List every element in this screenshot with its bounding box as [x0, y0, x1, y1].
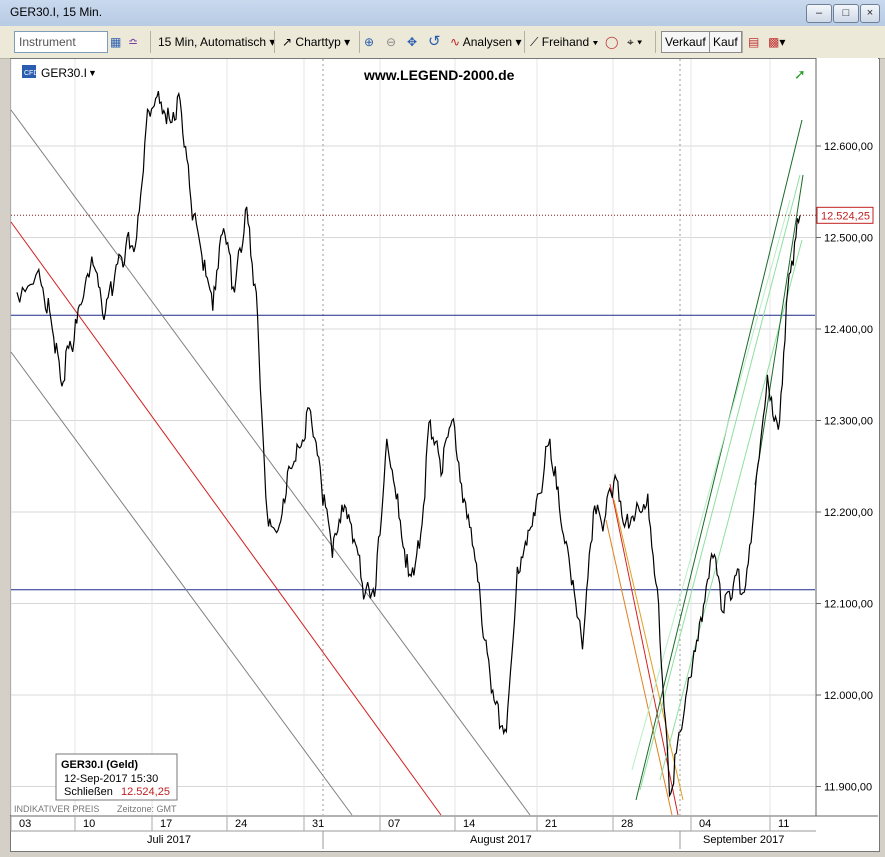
x-tick-label: 04	[699, 818, 711, 830]
x-tick-label: 14	[463, 818, 475, 830]
x-tick-label: 31	[312, 818, 324, 830]
time-axis-panel	[11, 817, 816, 849]
y-tick-label: 12.500,00	[824, 233, 873, 245]
x-tick-label: 11	[778, 818, 789, 830]
instrument-dropdown-arrow: ▼	[88, 68, 97, 78]
y-tick-label: 12.300,00	[824, 416, 873, 428]
zeitzone-label: Zeitzone: GMT	[117, 804, 177, 814]
month-label: August 2017	[470, 834, 532, 846]
watermark-text: www.LEGEND-2000.de	[363, 67, 515, 83]
current-price-label: 12.524,25	[821, 210, 870, 222]
x-tick-label: 03	[19, 818, 31, 830]
trend-up-icon: ➚	[794, 66, 806, 82]
info-box-close-value: 12.524,25	[121, 786, 170, 798]
month-label: September 2017	[703, 834, 784, 846]
x-tick-label: 07	[388, 818, 400, 830]
x-tick-label: 24	[235, 818, 247, 830]
trendline	[10, 351, 353, 816]
y-tick-label: 12.200,00	[824, 507, 873, 519]
price-axis-panel	[816, 58, 878, 816]
price-chart[interactable]: 12.600,00 12.500,00 12.400,00 12.300,00 12.2…	[0, 0, 885, 857]
price-line	[16, 90, 801, 798]
x-tick-label: 28	[621, 818, 633, 830]
info-box-close-label: Schließen	[64, 786, 113, 798]
horizontal-lines	[11, 314, 815, 591]
indikativ-label: INDIKATIVER PREIS	[14, 804, 99, 814]
x-tick-label: 10	[83, 818, 95, 830]
y-tick-label: 12.100,00	[824, 599, 873, 611]
trendline	[635, 119, 803, 801]
x-tick-label: 17	[160, 818, 172, 830]
y-tick-label: 12.400,00	[824, 324, 873, 336]
y-tick-label: 12.600,00	[824, 141, 873, 153]
month-label: Juli 2017	[147, 834, 191, 846]
trendline	[754, 174, 804, 486]
y-tick-label: 11.900,00	[824, 782, 872, 794]
svg-text:CFD: CFD	[24, 70, 38, 77]
info-box-title: GER30.I (Geld)	[61, 759, 138, 771]
info-box-datetime: 12-Sep-2017 15:30	[64, 773, 158, 785]
y-tick-label: 12.000,00	[824, 690, 873, 702]
chart-grid	[10, 59, 815, 815]
instrument-label: GER30.I	[41, 66, 87, 80]
x-tick-label: 21	[545, 818, 557, 830]
price-series	[16, 90, 801, 798]
trendline	[631, 199, 791, 771]
